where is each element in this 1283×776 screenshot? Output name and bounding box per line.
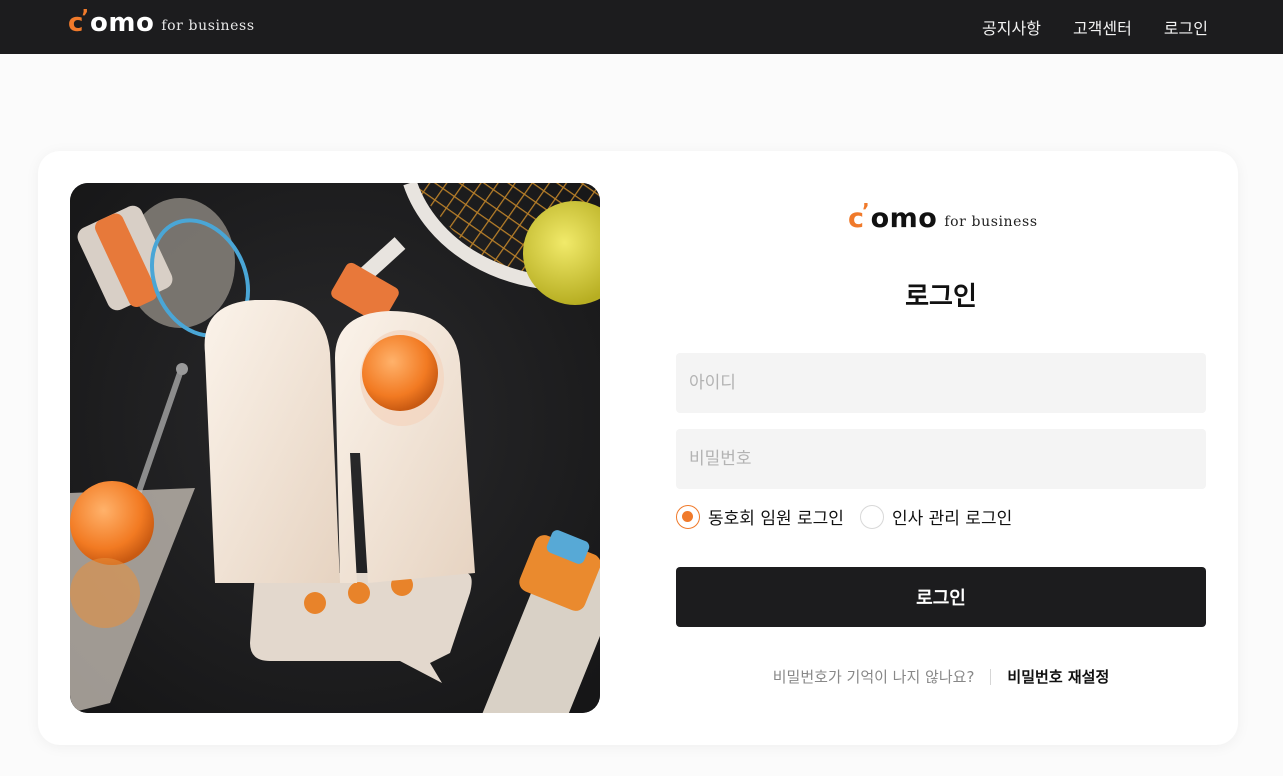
- brand-logo[interactable]: c ’ omo for business: [68, 5, 255, 38]
- divider: [990, 668, 992, 685]
- nav-login-link[interactable]: 로그인: [1164, 15, 1208, 39]
- radio-unselected-icon[interactable]: [859, 504, 884, 529]
- hero-illustration-graphic: [70, 183, 600, 713]
- radio-hr-admin-login[interactable]: 인사 관리 로그인: [859, 504, 1013, 529]
- password-input[interactable]: [676, 429, 1206, 489]
- radio-club-officer-label: 동호회 임원 로그인: [708, 509, 844, 529]
- login-card: c ’ omo for business 로그인 동호회 임원 로그인 인사 관…: [38, 151, 1238, 745]
- login-logo: c ’ omo for business: [848, 199, 1038, 234]
- login-logo-suffix: for business: [944, 214, 1038, 230]
- nav-notice-link[interactable]: 공지사항: [982, 15, 1041, 39]
- login-title: 로그인: [905, 282, 977, 312]
- radio-hr-admin-label: 인사 관리 로그인: [891, 509, 1013, 529]
- forgot-password-row: 비밀번호가 기억이 나지 않나요? 비밀번호 재설정: [676, 666, 1206, 687]
- brand-logo-apostrophe: ’: [81, 5, 90, 29]
- top-nav: 공지사항 고객센터 로그인: [982, 0, 1208, 54]
- id-input[interactable]: [676, 353, 1206, 413]
- nav-support-link[interactable]: 고객센터: [1073, 15, 1132, 39]
- login-panel: c ’ omo for business 로그인 동호회 임원 로그인 인사 관…: [676, 151, 1206, 745]
- brand-logo-omo: omo: [90, 8, 155, 38]
- top-navbar: c ’ omo for business 공지사항 고객센터 로그인: [0, 0, 1283, 54]
- reset-password-link[interactable]: 비밀번호 재설정: [1007, 666, 1109, 687]
- forgot-password-question: 비밀번호가 기억이 나지 않나요?: [772, 668, 975, 686]
- hero-illustration: [70, 183, 600, 713]
- login-logo-apostrophe: ’: [862, 199, 870, 223]
- login-type-group: 동호회 임원 로그인 인사 관리 로그인: [676, 504, 1028, 529]
- radio-club-officer-login[interactable]: 동호회 임원 로그인: [676, 504, 844, 529]
- brand-logo-suffix: for business: [161, 18, 255, 34]
- radio-selected-icon[interactable]: [676, 504, 700, 529]
- login-submit-button[interactable]: 로그인: [676, 567, 1206, 627]
- login-logo-omo: omo: [870, 203, 938, 234]
